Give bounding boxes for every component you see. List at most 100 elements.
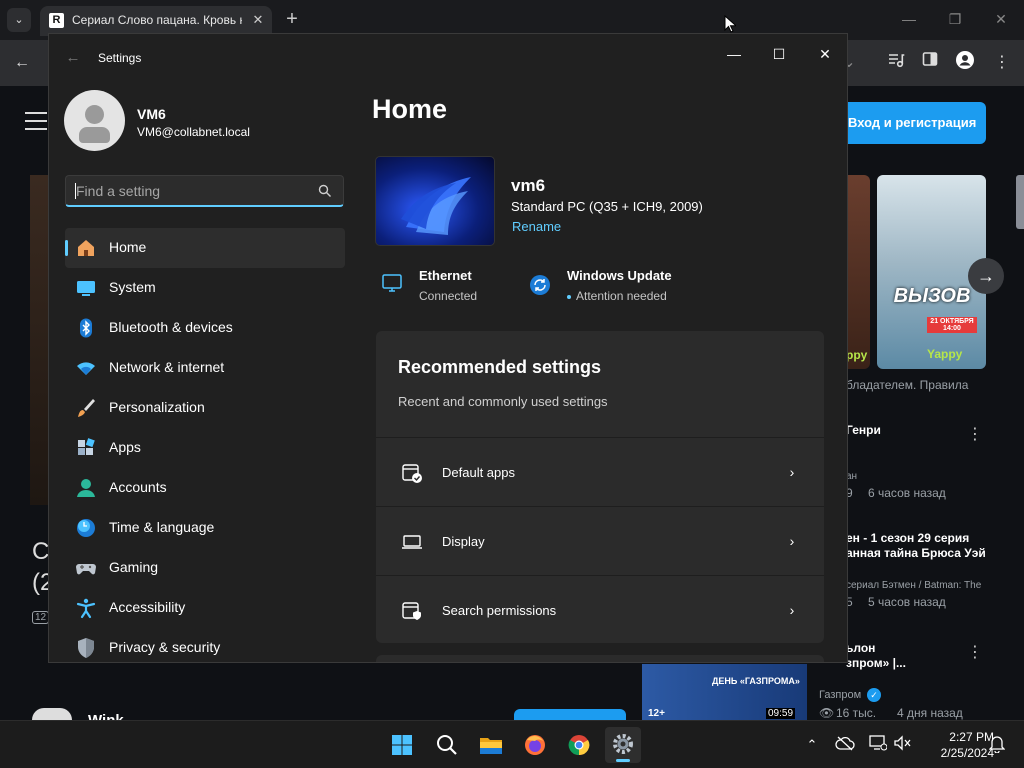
device-name: vm6 [511,176,546,195]
chevron-right-icon: › [789,464,795,480]
minimize-button[interactable]: — [714,40,754,68]
video-title[interactable]: ьлон [846,641,875,655]
age-badge: 12+ [648,708,665,719]
nav-label: Accessibility [109,599,186,615]
video-time: 5 часов назад [868,595,946,609]
accessibility-icon [76,598,96,619]
firefox-button[interactable] [517,727,553,763]
video-thumbnail[interactable]: ДЕНЬ «ГАЗПРОМА» 12+ 09:59 [642,664,807,720]
channel-avatar[interactable] [32,708,72,720]
nav-item-personalization[interactable]: Personalization [65,388,345,428]
status-title: Ethernet [419,268,472,283]
settings-nav: Home System Bluetooth & devices Network … [65,228,345,662]
search-box[interactable] [65,175,344,207]
settings-taskbar-button[interactable] [605,727,641,763]
search-permissions-icon [402,602,421,620]
video-menu-icon[interactable]: ⋮ [967,427,983,450]
video-time: 4 дня назад [897,706,963,720]
nav-label: Network & internet [109,359,225,375]
settings-window: ← Settings — ☐ ✕ VM6 VM6@collabnet.local… [48,33,848,663]
avatar[interactable] [64,90,125,151]
nav-label: System [109,279,156,295]
media-control-icon[interactable] [884,51,908,75]
rec-item-default-apps[interactable]: Default apps › [376,437,824,505]
windows-update-icon [530,275,550,295]
tab-search-button[interactable]: ⌄ [7,8,31,32]
chevron-up-icon[interactable]: ⌃ [802,735,822,755]
file-explorer-button[interactable] [473,727,509,763]
search-icon [318,184,331,197]
user-name: VM6 [137,106,166,122]
nav-item-bluetooth[interactable]: Bluetooth & devices [65,308,345,348]
nav-item-privacy[interactable]: Privacy & security [65,628,345,662]
chrome-icon [568,735,590,756]
shield-icon [78,638,94,658]
login-register-button[interactable]: Вход и регистрация [836,102,986,144]
rights-text: бладателем. Правила [846,378,969,392]
hamburger-menu-icon[interactable] [25,112,47,130]
nav-item-network[interactable]: Network & internet [65,348,345,388]
video-title[interactable]: зпром» |... [846,656,906,670]
notification-bell-icon[interactable] [987,735,1007,755]
rec-item-label: Search permissions [442,603,557,618]
nav-item-time-language[interactable]: Time & language [65,508,345,548]
nav-label: Gaming [109,559,159,575]
nav-item-accessibility[interactable]: Accessibility [65,588,345,628]
nav-item-accounts[interactable]: Accounts [65,468,345,508]
video-title[interactable]: анная тайна Брюса Уэй [846,546,986,560]
start-button[interactable] [384,727,420,763]
rec-item-search-permissions[interactable]: Search permissions › [376,575,824,643]
nav-label: Accounts [109,479,167,495]
carousel-thumbnail[interactable] [846,175,870,369]
nav-label: Bluetooth & devices [109,319,233,335]
browser-restore-button[interactable]: ❐ [940,8,970,30]
card-subtitle: Recent and commonly used settings [398,394,608,409]
taskbar-search-button[interactable] [429,727,465,763]
video-views: 16 тыс. [836,706,877,720]
settings-titlebar: ← Settings — ☐ ✕ [49,34,847,82]
side-panel-icon[interactable] [918,51,942,75]
clock-date[interactable]: 2/25/2024 [916,746,994,760]
nav-item-gaming[interactable]: Gaming [65,548,345,588]
gaming-icon [76,564,96,575]
carousel-next-button[interactable]: → [968,258,1004,294]
browser-close-button[interactable]: ✕ [986,8,1016,30]
search-input[interactable] [76,181,306,201]
close-button[interactable]: ✕ [805,40,845,68]
ethernet-icon [382,274,402,292]
maximize-button[interactable]: ☐ [759,40,799,68]
player-thumbnail [30,175,48,505]
browser-minimize-button[interactable]: — [894,8,924,30]
volume-muted-icon[interactable] [892,735,912,755]
tab-close-icon[interactable]: ✕ [249,11,267,29]
home-icon [78,240,94,256]
chevron-right-icon: › [789,533,795,549]
rec-item-display[interactable]: Display › [376,506,824,574]
video-title[interactable]: Генри [846,423,881,437]
status-title: Windows Update [567,268,672,283]
chrome-button[interactable] [561,727,597,763]
nav-label: Time & language [109,519,215,535]
rename-link[interactable]: Rename [512,219,561,234]
subscribe-button[interactable] [514,709,626,720]
poster-date: 21 ОКТЯБРЯ 14:00 [927,317,977,333]
card-title: Recommended settings [398,357,602,377]
video-duration: 09:59 [766,708,796,719]
network-icon[interactable] [868,735,888,755]
new-tab-button[interactable]: + [282,8,302,30]
carousel-thumbnail[interactable] [1016,175,1024,229]
age-badge: 12 [32,611,50,624]
clock-time[interactable]: 2:27 PM [924,730,994,744]
poster-title: ВЫЗОВ [893,285,971,307]
browser-tab[interactable]: R Сериал Слово пацана. Кровь на асфальте… [40,6,272,36]
more-menu-icon[interactable]: ⋮ [990,51,1014,75]
nav-item-home[interactable]: Home [65,228,345,268]
nav-item-system[interactable]: System [65,268,345,308]
video-title[interactable]: ен - 1 сезон 29 серия [846,531,969,545]
nav-item-apps[interactable]: Apps [65,428,345,468]
back-arrow-icon[interactable]: ← [63,48,83,68]
video-menu-icon[interactable]: ⋮ [967,645,983,668]
profile-icon[interactable] [953,51,977,75]
cloud-offline-icon[interactable] [835,735,855,755]
back-arrow-icon[interactable]: ← [10,51,34,75]
